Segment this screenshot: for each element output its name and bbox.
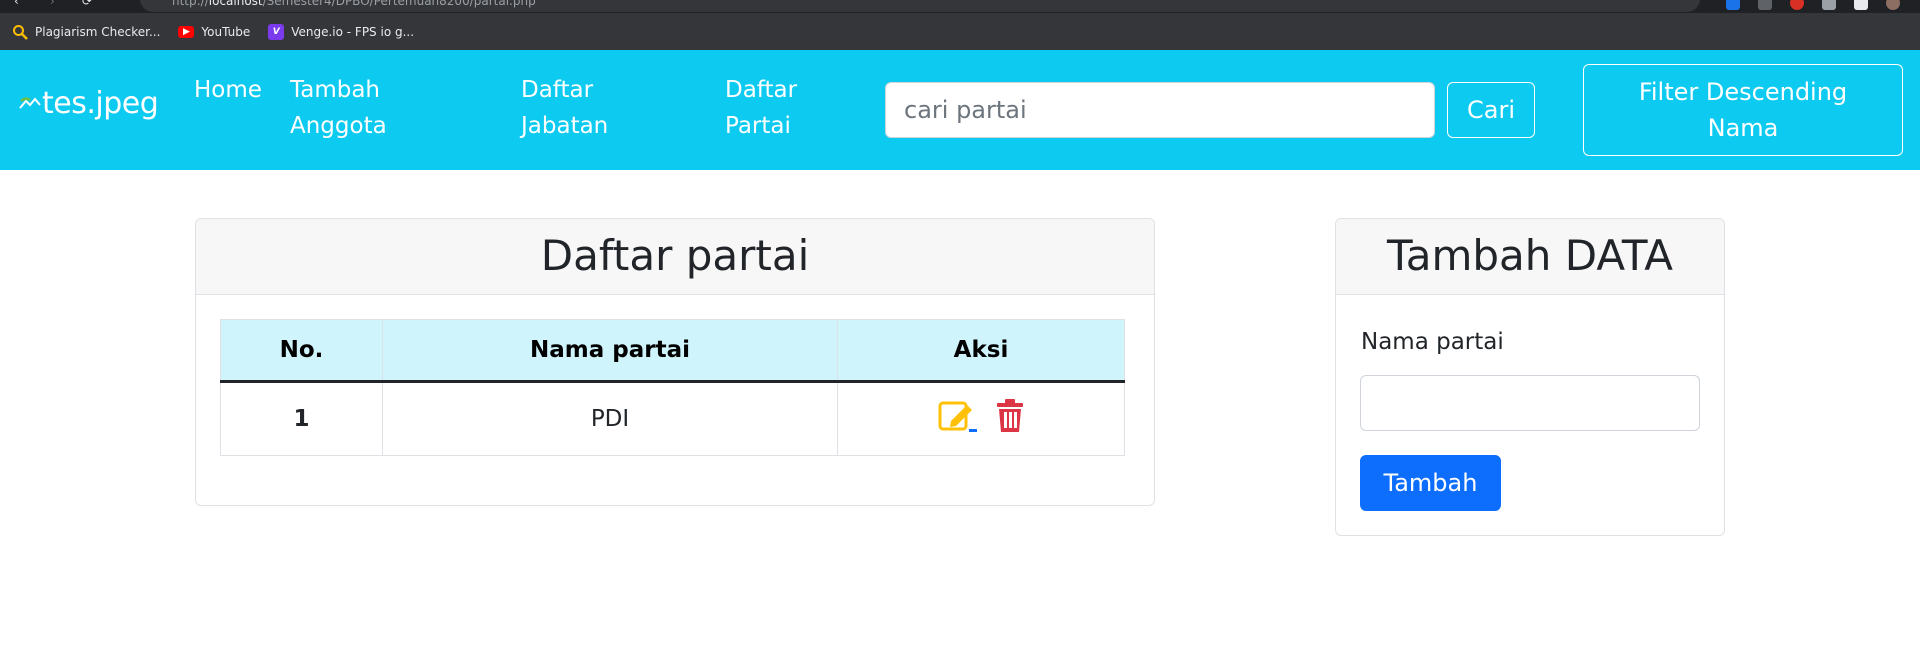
search-input[interactable] xyxy=(885,82,1435,138)
table-header-row: No. Nama partai Aksi xyxy=(220,319,1125,383)
extension-icon[interactable] xyxy=(1758,0,1772,10)
venge-icon: V xyxy=(268,23,285,40)
youtube-icon: ▶ xyxy=(178,25,195,38)
party-name-label: Nama partai xyxy=(1361,329,1504,355)
bookmarks-bar: Plagiarism Checker... ▶ YouTube V Venge.… xyxy=(0,13,1920,50)
broken-image-icon xyxy=(19,96,41,109)
browser-toolbar: ‹ › ⟳ http://localhost/Semester4/DPBO/Pe… xyxy=(0,0,1920,13)
bookmark-venge[interactable]: V Venge.io - FPS io g... xyxy=(268,23,414,40)
party-name-input[interactable] xyxy=(1360,375,1700,431)
search-button[interactable]: Cari xyxy=(1447,82,1535,138)
reload-icon[interactable]: ⟳ xyxy=(82,0,92,8)
profile-avatar[interactable] xyxy=(1886,0,1900,10)
add-button[interactable]: Tambah xyxy=(1360,455,1501,511)
filter-descending-button[interactable]: Filter Descending Nama xyxy=(1583,64,1903,156)
extension-icons xyxy=(1726,0,1900,10)
party-table: No. Nama partai Aksi 1 PDI xyxy=(220,319,1125,456)
trash-icon[interactable] xyxy=(995,397,1025,435)
back-icon[interactable]: ‹ xyxy=(14,0,19,8)
nav-tambah-anggota[interactable]: Tambah Anggota xyxy=(290,72,450,144)
brand-logo[interactable]: tes.jpeg xyxy=(18,86,159,121)
bookmark-plagiarism[interactable]: Plagiarism Checker... xyxy=(12,24,160,40)
row-party-name: PDI xyxy=(382,381,838,456)
magnifier-icon xyxy=(12,24,28,40)
extension-icon[interactable] xyxy=(1790,0,1804,10)
party-list-title: Daftar partai xyxy=(196,219,1154,295)
puzzle-icon[interactable] xyxy=(1822,0,1836,10)
nav-daftar-jabatan[interactable]: Daftar Jabatan xyxy=(521,72,661,144)
address-bar-url: http://localhost/Semester4/DPBO/Pertemua… xyxy=(172,0,536,8)
bookmark-youtube[interactable]: ▶ YouTube xyxy=(178,25,250,39)
forward-icon[interactable]: › xyxy=(50,0,55,8)
column-header-aksi: Aksi xyxy=(837,319,1125,383)
column-header-no: No. xyxy=(220,319,383,383)
party-list-card: Daftar partai No. Nama partai Aksi 1 PDI xyxy=(195,218,1155,506)
row-number: 1 xyxy=(220,381,383,456)
sidepanel-icon[interactable] xyxy=(1854,0,1868,10)
add-party-title: Tambah DATA xyxy=(1336,219,1724,295)
row-actions xyxy=(837,381,1125,456)
brand-text: tes.jpeg xyxy=(42,86,159,121)
extension-icon[interactable] xyxy=(1726,0,1740,10)
nav-daftar-partai[interactable]: Daftar Partai xyxy=(725,72,835,144)
table-row: 1 PDI xyxy=(220,381,1125,456)
add-party-card: Tambah DATA Nama partai Tambah xyxy=(1335,218,1725,536)
nav-home[interactable]: Home xyxy=(194,72,262,108)
edit-icon[interactable] xyxy=(937,397,979,435)
column-header-nama: Nama partai xyxy=(382,319,838,383)
